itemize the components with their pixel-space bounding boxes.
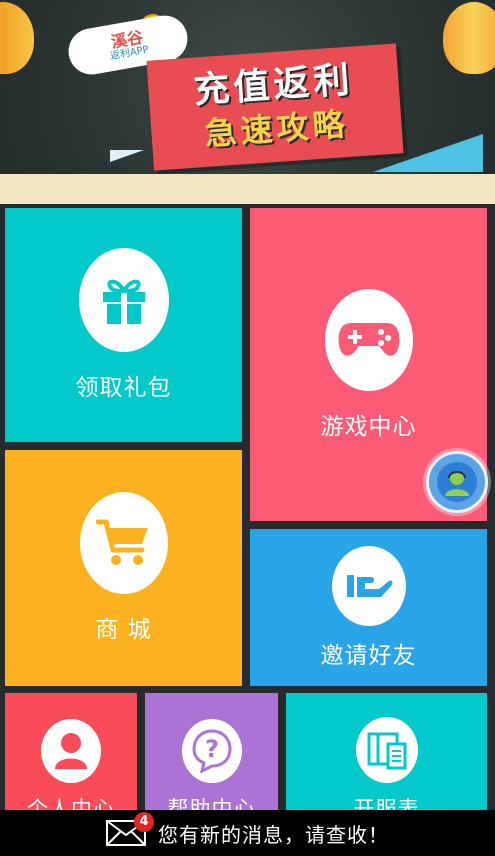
tile-invite-friends[interactable]: 邀请好友 (250, 529, 487, 686)
message-notification-bar[interactable]: 4 您有新的消息，请查收！ (0, 810, 495, 856)
tile-invite-friends-label: 邀请好友 (320, 642, 417, 669)
banner-title-ribbon: 充值返利 急速攻略 (146, 43, 404, 171)
tile-gift-pack[interactable]: 领取礼包 (5, 208, 242, 442)
svg-text:?: ? (205, 735, 219, 763)
gift-icon (78, 248, 169, 352)
promo-banner[interactable]: 溪谷 返利APP 充值返利 急速攻略 (0, 0, 495, 204)
question-icon: ? (181, 719, 242, 783)
tile-server-schedule[interactable]: 开服表 (286, 693, 487, 823)
paper-plane-icon (373, 134, 483, 172)
hand-invite-icon (331, 545, 406, 626)
tile-game-center-label: 游戏中心 (320, 413, 417, 440)
tile-personal-center[interactable]: 个人中心 (5, 693, 137, 823)
hot-air-balloon-right (443, 2, 495, 74)
user-icon (41, 719, 101, 783)
tile-help-center[interactable]: ? 帮助中心 (145, 693, 278, 823)
unread-count-badge: 4 (134, 812, 154, 832)
tile-mall[interactable]: 商 城 (5, 450, 242, 686)
shopping-cart-icon (79, 492, 168, 594)
banner-subtitle: 急速攻略 (203, 104, 350, 153)
server-list-icon (355, 717, 418, 783)
envelope-icon: 4 (106, 812, 154, 846)
message-notification-text: 您有新的消息，请查收！ (158, 822, 389, 847)
paper-plane-small-icon (110, 150, 144, 162)
customer-service-button[interactable] (426, 451, 488, 513)
gamepad-icon (324, 288, 413, 391)
tile-gift-pack-label: 领取礼包 (75, 375, 172, 401)
customer-service-icon (437, 462, 477, 502)
banner-ground (0, 174, 495, 204)
tile-mall-label: 商 城 (95, 617, 152, 643)
